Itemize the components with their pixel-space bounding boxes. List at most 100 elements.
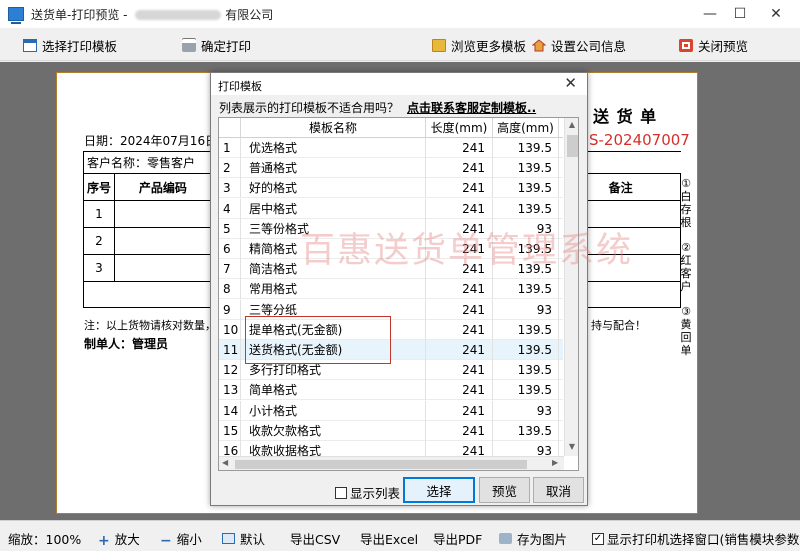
grid-header-height[interactable]: 高度(mm): [493, 118, 559, 138]
copy-label-white: ①白存根: [680, 177, 692, 229]
select-button[interactable]: 选择: [403, 477, 475, 503]
default-icon: [222, 533, 235, 544]
contact-support-link[interactable]: 点击联系客服定制模板..: [407, 101, 536, 115]
template-row[interactable]: 5 三等份格式 241 93: [219, 218, 563, 239]
template-row[interactable]: 6 精简格式 241 139.5: [219, 239, 563, 259]
minus-icon: −: [160, 533, 172, 549]
scroll-up-icon[interactable]: ▲: [566, 120, 578, 130]
template-cell-no: 11: [219, 340, 241, 360]
image-icon: [499, 533, 512, 544]
status-bar: 缩放：100% + 放大 − 缩小 默认 导出CSV 导出Excel 导出PDF…: [0, 520, 800, 551]
scroll-thumb[interactable]: [567, 135, 578, 157]
dialog-close-button[interactable]: ✕: [564, 74, 577, 92]
zoom-in-button[interactable]: + 放大: [98, 529, 140, 549]
template-cell-name: 优选格式: [241, 138, 426, 158]
scroll-down-icon[interactable]: ▼: [566, 442, 578, 452]
maximize-button[interactable]: ☐: [722, 0, 758, 28]
template-row[interactable]: 7 简洁格式 241 139.5: [219, 259, 563, 280]
note-left: 注：以上货物请核对数量，: [84, 319, 216, 332]
horizontal-scrollbar[interactable]: ◀ ▶: [219, 456, 564, 470]
zoom-level: 缩放：100%: [8, 532, 82, 547]
template-row[interactable]: 15 收款欠款格式 241 139.5: [219, 420, 563, 441]
checkbox-icon[interactable]: [335, 486, 347, 499]
template-cell-no: 3: [219, 178, 241, 199]
company-info-button[interactable]: 设置公司信息: [532, 36, 626, 55]
template-cell-no: 6: [219, 239, 241, 259]
maker-name: 制单人：管理员: [84, 337, 169, 351]
scroll-right-icon[interactable]: ▶: [552, 458, 558, 467]
browse-templates-label: 浏览更多模板: [451, 39, 527, 54]
template-cell-name: 简单格式: [241, 380, 426, 401]
scroll-left-icon[interactable]: ◀: [222, 458, 228, 467]
template-cell-no: 5: [219, 218, 241, 239]
window-title: 送货单-打印预览 - 有限公司: [31, 6, 273, 23]
show-list-label: 显示列表: [350, 486, 401, 501]
template-cell-height: 93: [493, 400, 559, 421]
hscroll-thumb[interactable]: [235, 460, 527, 469]
template-grid[interactable]: 模板名称 长度(mm) 高度(mm) 1 优选格式 241 139.5 2 普通格式 241…: [218, 117, 579, 471]
cancel-button[interactable]: 取消: [533, 477, 584, 503]
vertical-scrollbar[interactable]: ▲ ▼: [564, 118, 578, 456]
template-row[interactable]: 8 常用格式 241 139.5: [219, 279, 563, 300]
template-row[interactable]: 13 简单格式 241 139.5: [219, 380, 563, 401]
template-cell-height: 139.5: [493, 239, 559, 259]
checkbox-checked-icon[interactable]: ✓: [592, 532, 604, 545]
export-excel-button[interactable]: 导出Excel: [360, 529, 418, 548]
dialog-title-bar: 打印模板 ✕: [211, 73, 587, 95]
grid-header-length[interactable]: 长度(mm): [426, 118, 493, 138]
show-printer-checkbox[interactable]: ✓ 显示打印机选择窗口(销售模块参数): [592, 529, 800, 548]
zoom-out-button[interactable]: − 缩小: [160, 529, 202, 549]
template-cell-no: 13: [219, 380, 241, 401]
preview-button[interactable]: 预览: [479, 477, 530, 503]
close-preview-label: 关闭预览: [698, 39, 749, 54]
template-row[interactable]: 1 优选格式 241 139.5: [219, 138, 563, 158]
template-row[interactable]: 4 居中格式 241 139.5: [219, 198, 563, 219]
template-cell-no: 9: [219, 299, 241, 320]
row-seq: 1: [83, 200, 115, 228]
plus-icon: +: [98, 533, 110, 549]
template-cell-length: 241: [426, 299, 493, 320]
template-cell-length: 241: [426, 218, 493, 239]
printer-icon: [182, 39, 196, 52]
default-zoom-button[interactable]: 默认: [222, 529, 265, 548]
template-cell-name: 居中格式: [241, 198, 426, 219]
close-preview-button[interactable]: 关闭预览: [679, 36, 748, 55]
note-right: 持与配合！: [591, 319, 646, 332]
grid-header: 模板名称 长度(mm) 高度(mm): [219, 118, 563, 138]
blurred-company-name: [135, 10, 222, 20]
grid-header-name[interactable]: 模板名称: [241, 118, 426, 138]
close-window-button[interactable]: ✕: [758, 0, 794, 28]
col-code-header: 产品编码: [113, 173, 212, 201]
template-cell-name: 三等份格式: [241, 218, 426, 239]
confirm-print-button[interactable]: 确定打印: [182, 36, 251, 55]
template-cell-height: 139.5: [493, 340, 559, 360]
template-row[interactable]: 3 好的格式 241 139.5: [219, 178, 563, 199]
print-template-dialog: 打印模板 ✕ 列表展示的打印模板不适合用吗？ 点击联系客服定制模板.. 模板名称 …: [210, 72, 588, 506]
select-template-button[interactable]: 选择打印模板: [23, 36, 117, 55]
template-cell-height: 139.5: [493, 259, 559, 280]
export-pdf-button[interactable]: 导出PDF: [433, 529, 482, 548]
copy-label-red: ②红客户: [680, 241, 692, 293]
row-code: [113, 254, 212, 282]
window-title-prefix: 送货单-打印预览 -: [31, 7, 132, 22]
template-row[interactable]: 14 小计格式 241 93: [219, 400, 563, 421]
show-list-checkbox[interactable]: 显示列表: [335, 483, 400, 502]
template-cell-height: 139.5: [493, 178, 559, 199]
grid-header-index: [219, 118, 241, 138]
app-icon: [8, 7, 24, 24]
template-cell-no: 10: [219, 319, 241, 340]
dialog-title: 打印模板: [218, 80, 262, 93]
export-csv-button[interactable]: 导出CSV: [290, 529, 340, 548]
template-cell-length: 241: [426, 198, 493, 219]
template-cell-height: 139.5: [493, 360, 559, 381]
template-cell-length: 241: [426, 340, 493, 360]
close-preview-icon: [679, 39, 693, 52]
template-cell-no: 14: [219, 400, 241, 421]
template-row[interactable]: 2 普通格式 241 139.5: [219, 158, 563, 179]
template-cell-length: 241: [426, 138, 493, 158]
save-image-button[interactable]: 存为图片: [499, 529, 567, 548]
browse-templates-button[interactable]: 浏览更多模板: [432, 36, 526, 55]
row-seq: 2: [83, 227, 115, 255]
template-cell-no: 8: [219, 279, 241, 300]
show-printer-label: 显示打印机选择窗口(销售模块参数): [607, 532, 800, 547]
